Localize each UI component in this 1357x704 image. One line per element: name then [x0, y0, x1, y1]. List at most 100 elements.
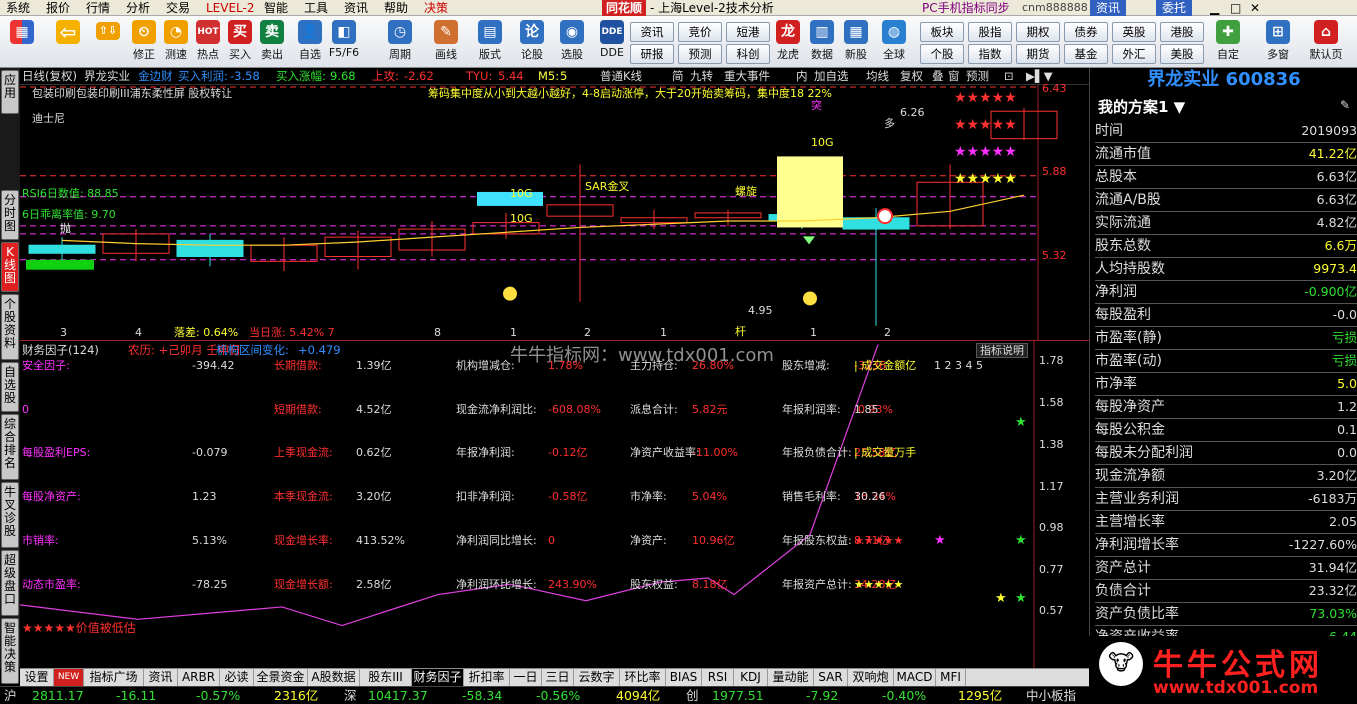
- btn-hk[interactable]: 短港: [726, 22, 770, 42]
- btn-star[interactable]: 科创: [726, 44, 770, 64]
- tab-8[interactable]: A股数据: [308, 669, 360, 687]
- sh-index[interactable]: 2811.17: [32, 687, 84, 704]
- left-tab-profile[interactable]: 个股资料: [1, 294, 19, 360]
- add-watch-button[interactable]: 加自选: [814, 70, 849, 83]
- tab-13[interactable]: 三日: [542, 669, 574, 687]
- indicator-explain-button[interactable]: 指标说明: [976, 343, 1028, 358]
- simple-button[interactable]: 简: [672, 70, 684, 83]
- inner-button[interactable]: 内: [796, 70, 808, 83]
- btn-auction[interactable]: 竞价: [678, 22, 722, 42]
- color-grid-button[interactable]: ▦: [6, 18, 38, 66]
- tab-20[interactable]: SAR: [814, 669, 848, 687]
- left-tab-ranking[interactable]: 综合排名: [1, 414, 19, 480]
- btn-stock[interactable]: 个股: [920, 44, 964, 64]
- btn-research[interactable]: 研报: [630, 44, 674, 64]
- tab-12[interactable]: 一日: [510, 669, 542, 687]
- tool-ipo[interactable]: ▦ 新股: [840, 18, 872, 66]
- menu-decision[interactable]: 决策: [424, 0, 448, 16]
- btn-index-futures[interactable]: 股指: [968, 22, 1012, 42]
- kline-chart[interactable]: [20, 85, 1089, 340]
- menu-help[interactable]: 帮助: [384, 0, 408, 16]
- menu-trade[interactable]: 交易: [166, 0, 190, 16]
- left-tab-apps[interactable]: 应用: [1, 70, 19, 114]
- menu-quote[interactable]: 报价: [46, 0, 70, 16]
- tab-17[interactable]: RSI: [702, 669, 734, 687]
- menu-level2[interactable]: LEVEL-2: [206, 0, 255, 16]
- delegate-button[interactable]: 委托: [1156, 0, 1193, 16]
- tab-7[interactable]: 全景资金: [254, 669, 308, 687]
- btn-forex[interactable]: 外汇: [1112, 44, 1156, 64]
- tab-19[interactable]: 量动能: [768, 669, 814, 687]
- period-label[interactable]: 日线(复权): [22, 70, 77, 83]
- overlay-button[interactable]: 叠: [932, 70, 944, 83]
- menu-news[interactable]: 资讯: [344, 0, 368, 16]
- btn-index[interactable]: 指数: [968, 44, 1012, 64]
- menu-system[interactable]: 系统: [6, 0, 30, 16]
- back-button[interactable]: ⇦: [52, 18, 84, 66]
- left-tab-diagnose[interactable]: 牛叉诊股: [1, 482, 19, 548]
- tool-layout[interactable]: ▤ 版式: [474, 18, 506, 66]
- tool-global[interactable]: ◍ 全球: [878, 18, 910, 66]
- user-name[interactable]: cnm888888: [1022, 0, 1088, 16]
- tool-pick[interactable]: ◉ 选股: [556, 18, 588, 66]
- menu-analysis[interactable]: 分析: [126, 0, 150, 16]
- maximize-icon[interactable]: □: [1230, 0, 1241, 16]
- plan-selector[interactable]: 我的方案1 ▼: [1098, 96, 1185, 117]
- tab-14[interactable]: 云数字: [574, 669, 620, 687]
- btn-options[interactable]: 期权: [1016, 22, 1060, 42]
- menu-market[interactable]: 行情: [86, 0, 110, 16]
- tool-multiwindow[interactable]: ⊞ 多窗: [1262, 18, 1294, 66]
- tab-3[interactable]: 指标广场: [84, 669, 144, 687]
- tab-18[interactable]: KDJ: [734, 669, 768, 687]
- btn-funds[interactable]: 基金: [1064, 44, 1108, 64]
- sme-board[interactable]: 中小板指: [1026, 687, 1076, 704]
- tool-discuss[interactable]: 论论股: [516, 18, 548, 66]
- tab-15[interactable]: 环比率: [620, 669, 666, 687]
- left-tab-timeshare[interactable]: 分时图: [1, 190, 19, 240]
- tab-6[interactable]: 必读: [220, 669, 254, 687]
- left-tab-watchlist[interactable]: 自选股: [1, 362, 19, 412]
- left-tab-kline[interactable]: K线图: [1, 242, 19, 292]
- tool-watchlist[interactable]: 👤 自选: [294, 18, 326, 66]
- left-tab-decision[interactable]: 智能决策: [1, 618, 19, 684]
- tab-16[interactable]: BIAS: [666, 669, 702, 687]
- updown-button[interactable]: ⇧⇩: [92, 20, 124, 60]
- sz-index[interactable]: 10417.37: [368, 687, 428, 704]
- tab-5[interactable]: ARBR: [178, 669, 220, 687]
- tab-23[interactable]: MFI: [936, 669, 966, 687]
- btn-sector[interactable]: 板块: [920, 22, 964, 42]
- kline-type-select[interactable]: 普通K线: [600, 70, 642, 83]
- tool-dde[interactable]: DDE DDE: [596, 18, 628, 66]
- tab-10[interactable]: 财务因子: [412, 669, 464, 687]
- tool-buy[interactable]: 买买入: [224, 18, 256, 66]
- tool-period[interactable]: ◷ 周期: [384, 18, 416, 66]
- sync-text[interactable]: PC手机指标同步: [922, 0, 1010, 16]
- tool-sell[interactable]: 卖卖出: [256, 18, 288, 66]
- btn-forecast[interactable]: 预测: [678, 44, 722, 64]
- user-news-button[interactable]: 资讯: [1090, 0, 1127, 16]
- tool-default-page[interactable]: ⌂ 默认页: [1306, 18, 1346, 66]
- tab-4[interactable]: 资讯: [144, 669, 178, 687]
- tool-draw[interactable]: ✎ 画线: [430, 18, 462, 66]
- nine-turn-button[interactable]: 九转: [690, 70, 713, 83]
- edit-icon[interactable]: ✎: [1340, 98, 1350, 112]
- lock-icon[interactable]: ⊡: [1004, 70, 1014, 83]
- btn-us[interactable]: 美股: [1160, 44, 1204, 64]
- tool-speed[interactable]: ◔ 测速: [160, 18, 192, 66]
- btn-news[interactable]: 资讯: [630, 22, 674, 42]
- menu-tools[interactable]: 工具: [304, 0, 328, 16]
- tab-11[interactable]: 折扣率: [464, 669, 510, 687]
- tool-dragon[interactable]: 龙龙虎: [772, 18, 804, 66]
- tab-1[interactable]: 设置: [20, 669, 54, 687]
- btn-futures[interactable]: 期货: [1016, 44, 1060, 64]
- predict-button[interactable]: 预测: [966, 70, 989, 83]
- window-button[interactable]: 窗: [948, 70, 960, 83]
- tool-custom[interactable]: ✚ 自定: [1212, 18, 1244, 66]
- close-icon[interactable]: ✕: [1250, 0, 1260, 16]
- tab-9[interactable]: 股东III: [360, 669, 412, 687]
- ma-button[interactable]: 均线: [866, 70, 889, 83]
- cy-index[interactable]: 1977.51: [712, 687, 764, 704]
- tab-21[interactable]: 双响炮: [848, 669, 894, 687]
- tool-f5f6[interactable]: ◧ F5/F6: [328, 18, 360, 66]
- tool-fix[interactable]: ⏲ 修正: [128, 18, 160, 66]
